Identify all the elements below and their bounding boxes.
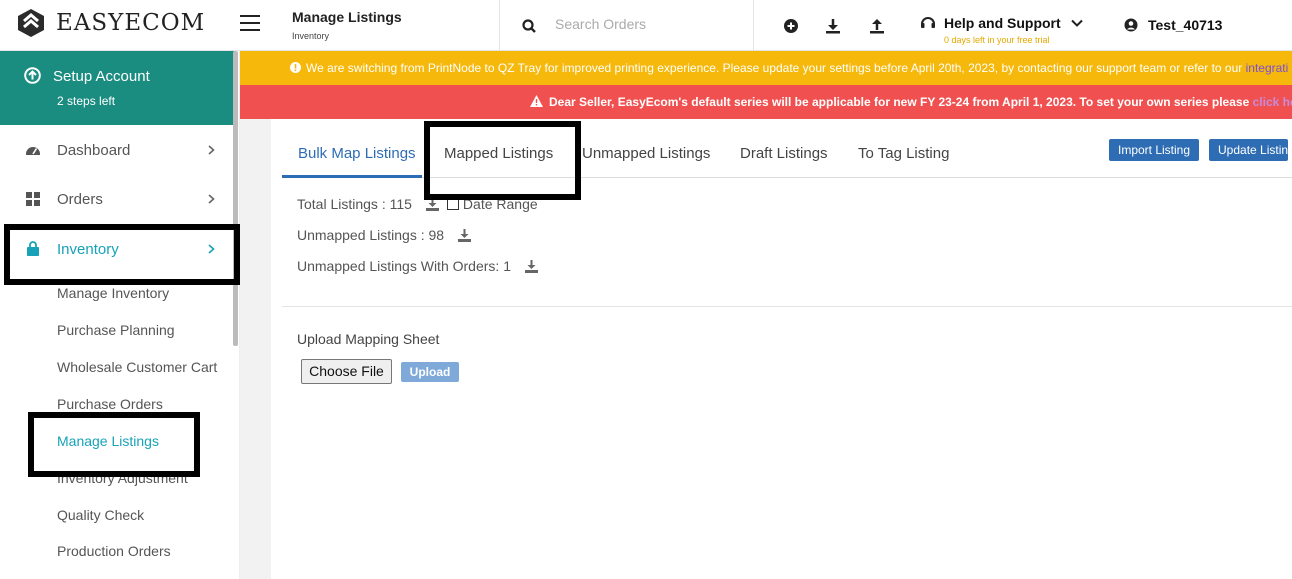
unmapped-listings-text: Unmapped Listings : 98 — [297, 227, 445, 243]
trial-notice: 0 days left in your free trial — [944, 35, 1050, 45]
info-banner: We are switching from PrintNode to QZ Tr… — [240, 51, 1292, 85]
page-breadcrumb: Inventory — [292, 31, 330, 41]
sidebar-subitem-quality-check[interactable]: Quality Check — [57, 507, 144, 523]
info-banner-text: We are switching from PrintNode to QZ Tr… — [306, 61, 1243, 75]
upload-mapping-title: Upload Mapping Sheet — [297, 331, 440, 347]
tab-unmapped-listings[interactable]: Unmapped Listings — [582, 145, 710, 162]
search-input[interactable] — [555, 16, 735, 32]
page-title: Manage Listings — [292, 9, 402, 25]
sidebar-item-dashboard[interactable]: Dashboard — [0, 130, 234, 170]
brand-logo[interactable]: EASYECOM — [16, 8, 205, 38]
unmapped-orders-text: Unmapped Listings With Orders: 1 — [297, 258, 511, 274]
chevron-down-icon — [1070, 19, 1083, 27]
active-tab-indicator — [282, 175, 422, 178]
chevron-right-icon — [208, 145, 215, 155]
import-listing-button[interactable]: Import Listing — [1109, 139, 1200, 161]
update-listing-button[interactable]: Update Listin — [1209, 139, 1289, 161]
tab-bulk-map-listings[interactable]: Bulk Map Listings — [298, 145, 416, 162]
choose-file-button[interactable]: Choose File — [301, 359, 392, 384]
setup-account-title: Setup Account — [53, 68, 150, 85]
alert-banner-text: Dear Seller, EasyEcom's default series w… — [549, 95, 1250, 109]
download-icon[interactable] — [825, 18, 841, 34]
sidebar-subitem-purchase-orders[interactable]: Purchase Orders — [57, 396, 163, 412]
top-bar: EASYECOM Manage Listings Inventory Help … — [0, 0, 1292, 51]
unmapped-orders-row: Unmapped Listings With Orders: 1 — [297, 258, 538, 274]
info-icon — [290, 62, 301, 73]
upload-button[interactable]: Upload — [401, 362, 459, 382]
alert-banner: Dear Seller, EasyEcom's default series w… — [240, 85, 1292, 119]
sidebar: Setup Account 2 steps left Dashboard Ord… — [0, 51, 240, 579]
warning-icon — [530, 95, 543, 107]
main-content: Bulk Map Listings Mapped Listings Unmapp… — [240, 119, 1292, 579]
chevron-right-icon — [208, 194, 215, 204]
sidebar-item-label: Dashboard — [57, 141, 131, 159]
sidebar-item-label: Orders — [57, 190, 103, 208]
upload-icon[interactable] — [869, 18, 885, 34]
sidebar-item-orders[interactable]: Orders — [0, 179, 234, 219]
dashboard-icon — [26, 147, 40, 155]
brand-name: EASYECOM — [56, 10, 206, 36]
menu-toggle-icon[interactable] — [240, 15, 260, 31]
user-menu[interactable]: Test_40713 — [1124, 17, 1222, 33]
help-support-menu[interactable]: Help and Support — [920, 15, 1083, 31]
highlight-box-manage-listings — [28, 412, 200, 477]
tab-draft-listings[interactable]: Draft Listings — [740, 145, 828, 162]
search-icon[interactable] — [522, 19, 536, 33]
highlight-box-mapped-listings — [424, 121, 581, 200]
grid-icon — [26, 192, 40, 206]
sidebar-subitem-wholesale-cart[interactable]: Wholesale Customer Cart — [57, 359, 217, 375]
tab-to-tag-listing[interactable]: To Tag Listing — [858, 145, 949, 162]
sidebar-subitem-purchase-planning[interactable]: Purchase Planning — [57, 322, 175, 338]
integration-link[interactable]: integrati — [1246, 61, 1289, 75]
arrow-up-circle-icon — [24, 67, 41, 84]
user-name: Test_40713 — [1148, 17, 1223, 33]
setup-steps-left: 2 steps left — [57, 94, 116, 108]
download-icon[interactable] — [458, 228, 472, 242]
help-support-label: Help and Support — [944, 15, 1061, 31]
user-avatar-icon — [1124, 18, 1138, 32]
highlight-box-inventory — [4, 224, 240, 285]
unmapped-listings-row: Unmapped Listings : 98 — [297, 227, 472, 243]
sidebar-subitem-manage-inventory[interactable]: Manage Inventory — [57, 285, 169, 301]
easyecom-logo-icon — [18, 9, 44, 37]
search-box — [499, 0, 754, 51]
sidebar-scrollbar[interactable] — [233, 51, 238, 346]
add-circle-icon[interactable] — [783, 18, 799, 34]
headset-icon — [921, 17, 935, 28]
setup-account-card[interactable]: Setup Account 2 steps left — [0, 51, 234, 125]
click-here-link[interactable]: click here — [1253, 95, 1292, 109]
download-icon[interactable] — [524, 259, 538, 273]
section-divider — [282, 306, 1292, 307]
sidebar-subitem-production-orders[interactable]: Production Orders — [57, 543, 171, 559]
total-listings-text: Total Listings : 115 — [297, 196, 412, 212]
